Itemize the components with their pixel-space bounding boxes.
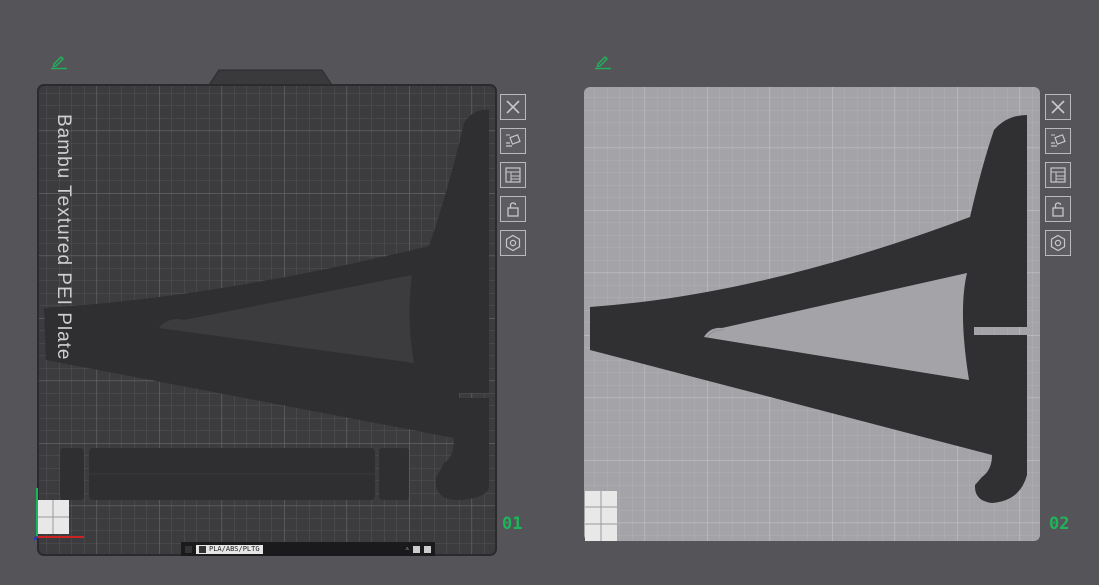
filament-icon <box>199 545 206 553</box>
build-plate-1[interactable] <box>34 68 500 560</box>
arrange-icon[interactable] <box>1045 162 1071 188</box>
plate-1-toolbar <box>500 94 526 256</box>
close-icon[interactable] <box>1045 94 1071 120</box>
plate-number-2: 02 <box>1049 514 1070 534</box>
filament-label: PLA/ABS/PLTG <box>209 544 260 553</box>
auto-orient-icon[interactable] <box>1045 128 1071 154</box>
status-icon-b <box>424 545 431 553</box>
edit-plate-name-icon[interactable] <box>594 52 612 70</box>
plate-2-toolbar <box>1045 94 1071 256</box>
filament-status[interactable]: PLA/ABS/PLTG <box>196 544 263 554</box>
plate-type-icon <box>185 545 192 553</box>
bed-type-label: Bambu Textured PEI Plate <box>53 114 74 361</box>
build-plate-2[interactable] <box>582 85 1042 545</box>
lock-icon[interactable] <box>500 196 526 222</box>
close-icon[interactable] <box>500 94 526 120</box>
auto-orient-icon[interactable] <box>500 128 526 154</box>
settings-icon[interactable] <box>1045 230 1071 256</box>
clip-model <box>60 448 409 500</box>
origin-marker <box>585 491 617 541</box>
settings-icon[interactable] <box>500 230 526 256</box>
plate-number-1: 01 <box>502 514 523 534</box>
warning-icon: ⚠ <box>405 545 409 552</box>
arrange-icon[interactable] <box>500 162 526 188</box>
lock-icon[interactable] <box>1045 196 1071 222</box>
plate-status-bar: PLA/ABS/PLTG ⚠ <box>181 542 435 556</box>
status-icon-a <box>413 545 420 553</box>
